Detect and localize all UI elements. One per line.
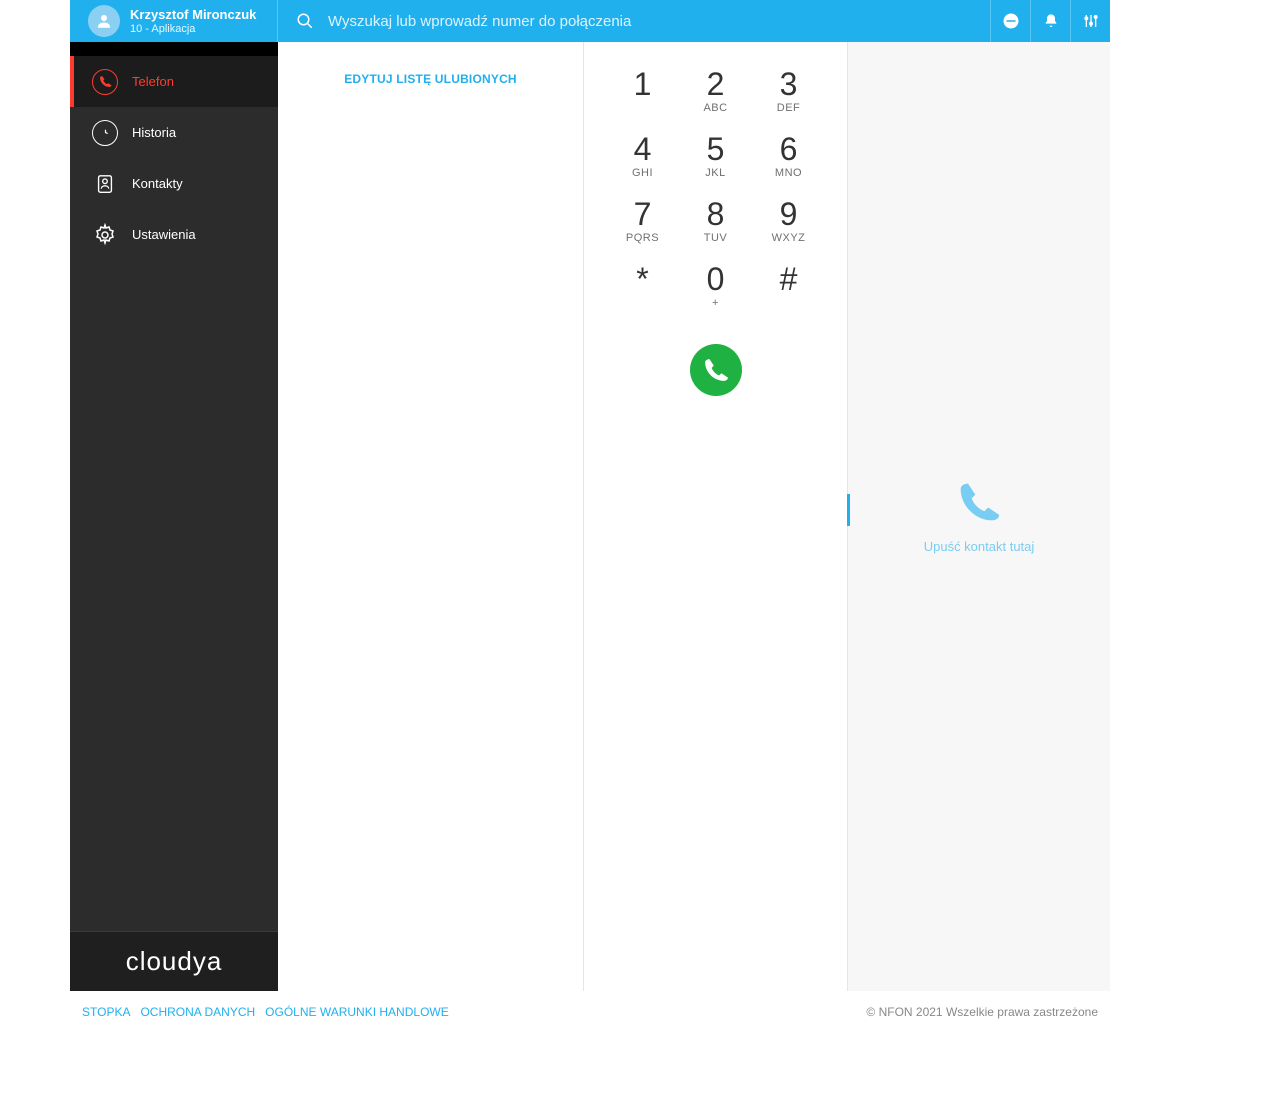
settings-button[interactable] xyxy=(1070,0,1110,42)
footer-link-ochrona[interactable]: OCHRONA DANYCH xyxy=(140,1005,255,1019)
dialpad-key-6[interactable]: 6MNO xyxy=(752,125,825,190)
dialpad-key-3[interactable]: 3DEF xyxy=(752,60,825,125)
dialpad-key-hash[interactable]: # xyxy=(752,255,825,320)
footer: STOPKA OCHRONA DANYCH OGÓLNE WARUNKI HAN… xyxy=(70,991,1110,1025)
footer-links: STOPKA OCHRONA DANYCH OGÓLNE WARUNKI HAN… xyxy=(82,1005,449,1019)
sidebar-item-label: Ustawienia xyxy=(132,227,196,242)
drop-contact-area[interactable]: Upuść kontakt tutaj xyxy=(848,42,1110,991)
dialpad-key-7[interactable]: 7PQRS xyxy=(606,190,679,255)
favorites-panel: EDYTUJ LISTĘ ULUBIONYCH xyxy=(278,42,584,991)
sidebar-item-label: Telefon xyxy=(132,74,174,89)
dnd-icon xyxy=(1002,12,1020,30)
dnd-toggle-button[interactable] xyxy=(990,0,1030,42)
user-subtitle: 10 - Aplikacja xyxy=(130,22,256,36)
dialpad-key-2[interactable]: 2ABC xyxy=(679,60,752,125)
sidebar-item-label: Kontakty xyxy=(132,176,183,191)
panel-collapse-handle[interactable] xyxy=(847,494,850,526)
dialpad: 1 2ABC 3DEF 4GHI 5JKL 6MNO 7PQRS 8TUV 9W… xyxy=(584,42,847,320)
notifications-button[interactable] xyxy=(1030,0,1070,42)
dialpad-key-star[interactable]: * xyxy=(606,255,679,320)
brand-logo: cloudya xyxy=(70,931,278,991)
main-content: Telefon Historia Kontakty Ustawienia xyxy=(70,42,1110,991)
sidebar: Telefon Historia Kontakty Ustawienia xyxy=(70,42,278,991)
sidebar-item-label: Historia xyxy=(132,125,176,140)
dialpad-key-1[interactable]: 1 xyxy=(606,60,679,125)
phone-icon xyxy=(92,69,118,95)
sidebar-item-telefon[interactable]: Telefon xyxy=(70,56,278,107)
footer-copyright: © NFON 2021 Wszelkie prawa zastrzeżone xyxy=(866,1005,1098,1019)
user-name: Krzysztof Mironczuk xyxy=(130,7,256,22)
bell-icon xyxy=(1043,12,1059,30)
dialer-panel: 1 2ABC 3DEF 4GHI 5JKL 6MNO 7PQRS 8TUV 9W… xyxy=(584,42,848,991)
clock-icon xyxy=(92,120,118,146)
phone-drop-icon xyxy=(957,480,1001,529)
search-icon xyxy=(296,12,314,30)
footer-link-owh[interactable]: OGÓLNE WARUNKI HANDLOWE xyxy=(265,1005,449,1019)
sliders-icon xyxy=(1083,12,1099,30)
sidebar-item-kontakty[interactable]: Kontakty xyxy=(70,158,278,209)
dialpad-key-5[interactable]: 5JKL xyxy=(679,125,752,190)
header-user-block[interactable]: Krzysztof Mironczuk 10 - Aplikacja xyxy=(70,0,278,42)
dialpad-key-9[interactable]: 9WXYZ xyxy=(752,190,825,255)
gear-icon xyxy=(92,222,118,248)
avatar xyxy=(88,5,120,37)
header-search xyxy=(278,12,990,30)
dialpad-key-4[interactable]: 4GHI xyxy=(606,125,679,190)
search-input[interactable] xyxy=(328,13,828,30)
app-header: Krzysztof Mironczuk 10 - Aplikacja xyxy=(70,0,1110,42)
sidebar-item-historia[interactable]: Historia xyxy=(70,107,278,158)
footer-link-stopka[interactable]: STOPKA xyxy=(82,1005,130,1019)
phone-icon xyxy=(703,357,729,383)
header-actions xyxy=(990,0,1110,42)
contacts-icon xyxy=(92,171,118,197)
drop-hint-text: Upuść kontakt tutaj xyxy=(924,539,1035,554)
dialpad-key-8[interactable]: 8TUV xyxy=(679,190,752,255)
sidebar-item-ustawienia[interactable]: Ustawienia xyxy=(70,209,278,260)
sidebar-top-strip xyxy=(70,42,278,56)
brand-logo-text: cloudya xyxy=(126,946,223,977)
call-button[interactable] xyxy=(690,344,742,396)
edit-favorites-link[interactable]: EDYTUJ LISTĘ ULUBIONYCH xyxy=(344,72,517,86)
dialpad-key-0[interactable]: 0+ xyxy=(679,255,752,320)
user-icon xyxy=(95,12,113,30)
